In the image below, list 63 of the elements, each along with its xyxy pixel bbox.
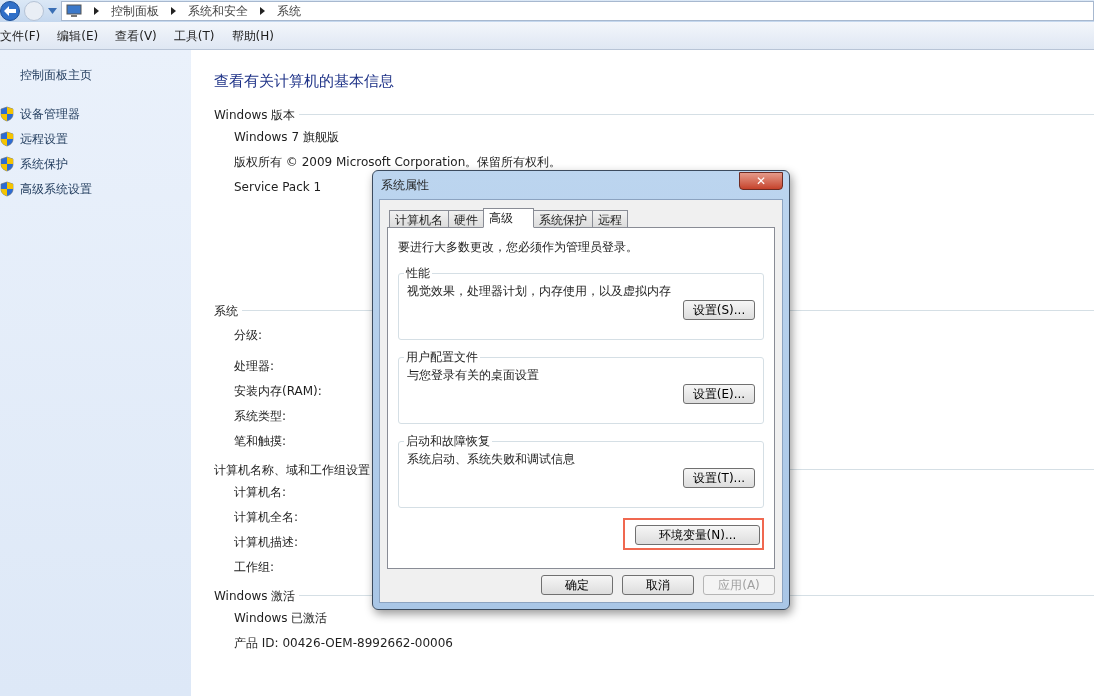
computer-icon — [66, 4, 82, 18]
dialog-button[interactable]: 环境变量(N)... — [635, 525, 760, 545]
tab[interactable]: 远程 — [592, 210, 628, 228]
path-field[interactable]: 控制面板 系统和安全 系统 — [61, 1, 1094, 21]
tab[interactable]: 系统保护 — [533, 210, 593, 228]
info-text: 笔和触摸: — [234, 433, 287, 450]
tab[interactable]: 硬件 — [448, 210, 484, 228]
shield-icon — [0, 155, 14, 172]
chevron-icon — [260, 7, 265, 15]
sidebar-item[interactable]: 高级系统设置 — [0, 176, 191, 201]
sidebar-item[interactable]: 设备管理器 — [0, 101, 191, 126]
breadcrumb-item[interactable]: 控制面板 — [111, 2, 159, 20]
group-legend: 启动和故障恢复 — [404, 432, 492, 450]
info-text: 产品 ID: 00426-OEM-8992662-00006 — [234, 635, 453, 652]
group-legend: 用户配置文件 — [404, 348, 480, 366]
info-text: Windows 7 旗舰版 — [234, 129, 339, 146]
section-heading: Windows 激活 — [214, 587, 296, 605]
back-button[interactable] — [0, 1, 20, 21]
section-heading: 计算机名称、域和工作组设置 — [214, 461, 370, 479]
notice-text: 要进行大多数更改，您必须作为管理员登录。 — [398, 239, 639, 256]
chevron-icon — [94, 7, 99, 15]
menu-item[interactable]: 工具(T) — [173, 26, 215, 45]
dropdown-icon[interactable] — [48, 8, 57, 14]
breadcrumb-item[interactable]: 系统 — [277, 2, 301, 20]
sidebar-link[interactable]: 控制面板主页 — [20, 66, 191, 84]
menu-item[interactable]: 文件(F) — [0, 26, 41, 45]
breadcrumb-item[interactable]: 系统和安全 — [188, 2, 248, 20]
info-text: 分级: — [234, 327, 263, 344]
tab[interactable]: 高级 — [483, 208, 534, 228]
shield-icon — [0, 180, 14, 197]
info-text: 计算机描述: — [234, 534, 299, 551]
group-description: 系统启动、系统失败和调试信息 — [407, 451, 576, 468]
info-text: 计算机名: — [234, 484, 287, 501]
info-text: 系统类型: — [234, 408, 287, 425]
page-title: 查看有关计算机的基本信息 — [214, 71, 395, 92]
left-arrow-icon — [4, 6, 16, 16]
info-text: Windows 已激活 — [234, 610, 328, 627]
tab[interactable]: 计算机名 — [389, 210, 449, 228]
sidebar-item[interactable]: 系统保护 — [0, 151, 191, 176]
group-legend: 性能 — [404, 264, 432, 282]
menu-item[interactable]: 查看(V) — [115, 26, 157, 45]
shield-icon — [0, 130, 14, 147]
info-text: 工作组: — [234, 559, 275, 576]
dialog-button[interactable]: 设置(E)... — [683, 384, 755, 404]
group-description: 与您登录有关的桌面设置 — [407, 367, 540, 384]
dialog-button[interactable]: 确定 — [541, 575, 613, 595]
section-heading: 系统 — [214, 302, 238, 320]
info-text: Service Pack 1 — [234, 179, 322, 196]
dialog-button[interactable]: 取消 — [622, 575, 694, 595]
dialog-title: 系统属性 — [381, 177, 429, 194]
shield-icon — [0, 105, 14, 122]
group-description: 视觉效果，处理器计划，内存使用，以及虚拟内存 — [407, 283, 672, 300]
info-text: 版权所有 © 2009 Microsoft Corporation。保留所有权利。 — [234, 154, 562, 171]
menu-item[interactable]: 帮助(H) — [231, 26, 274, 45]
info-text: 安装内存(RAM): — [234, 383, 322, 400]
info-text: 处理器: — [234, 358, 275, 375]
info-text: 计算机全名: — [234, 509, 299, 526]
chevron-icon — [171, 7, 176, 15]
sidebar-item[interactable]: 远程设置 — [0, 126, 191, 151]
section-heading: Windows 版本 — [214, 106, 296, 124]
dialog-button[interactable]: 设置(T)... — [683, 468, 755, 488]
dialog-button[interactable]: 设置(S)... — [683, 300, 755, 320]
menu-item[interactable]: 编辑(E) — [57, 26, 99, 45]
